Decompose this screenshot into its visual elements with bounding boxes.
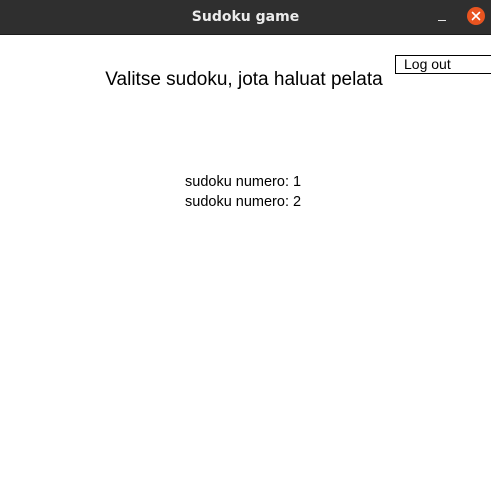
- minimize-icon[interactable]: [433, 9, 451, 25]
- app-window: Sudoku game Log out Valitse sudoku, jota…: [0, 0, 491, 496]
- main-content: Log out Valitse sudoku, jota haluat pela…: [0, 35, 491, 496]
- sudoku-list: sudoku numero: 1 sudoku numero: 2: [185, 172, 301, 212]
- window-title: Sudoku game: [191, 9, 300, 25]
- close-icon[interactable]: [467, 7, 485, 25]
- sudoku-item-1[interactable]: sudoku numero: 1: [185, 172, 301, 192]
- sudoku-item-2[interactable]: sudoku numero: 2: [185, 192, 301, 212]
- title-bar[interactable]: Sudoku game: [0, 0, 491, 35]
- page-heading: Valitse sudoku, jota haluat pelata: [105, 69, 383, 90]
